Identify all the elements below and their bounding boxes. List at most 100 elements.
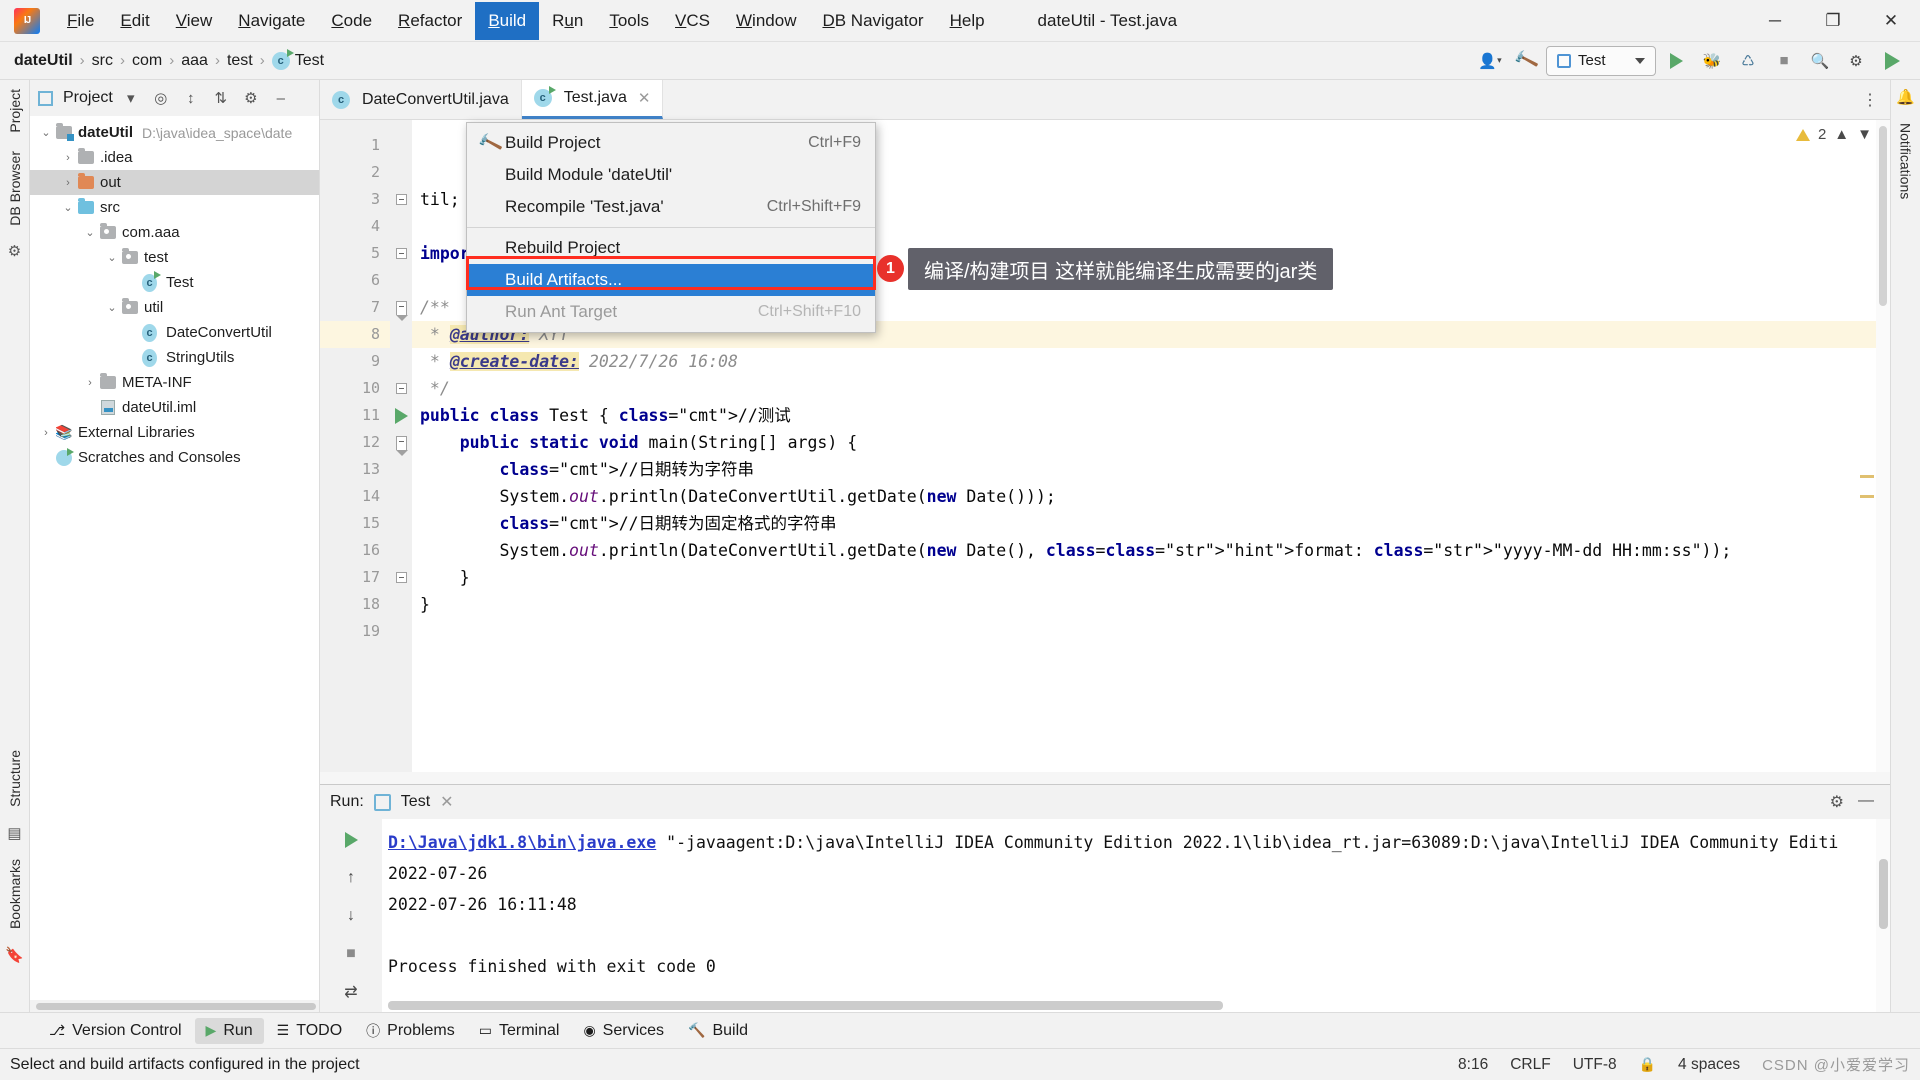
fold-marker[interactable] <box>390 159 412 186</box>
tree-expander[interactable]: ⌄ <box>60 201 76 214</box>
tree-item-src[interactable]: ⌄ src <box>30 195 319 220</box>
gear-icon[interactable]: ⚙ <box>1830 792 1844 812</box>
run-gutter-icon[interactable] <box>394 407 408 424</box>
tree-item-test[interactable]: ⌄ test <box>30 245 319 270</box>
updates-icon[interactable] <box>1876 46 1908 76</box>
menu-help[interactable]: Help <box>937 2 998 40</box>
structure-icon[interactable]: ▤ <box>7 816 21 850</box>
tree-item-scratches-and-consoles[interactable]: Scratches and Consoles <box>30 445 319 470</box>
fold-marker[interactable] <box>390 429 412 456</box>
caret-position[interactable]: 8:16 <box>1458 1056 1488 1074</box>
breadcrumb-item-dateutil[interactable]: dateUtil <box>14 52 73 70</box>
fold-collapse-icon[interactable] <box>395 194 407 205</box>
fold-marker[interactable] <box>390 537 412 564</box>
fold-marker[interactable] <box>390 321 412 348</box>
breadcrumb-item-com[interactable]: com <box>132 52 162 70</box>
editor-tabs-options-icon[interactable]: ⋮ <box>1850 80 1890 119</box>
console-link[interactable]: D:\Java\jdk1.8\bin\java.exe <box>388 833 656 852</box>
close-button[interactable]: ✕ <box>1862 0 1920 42</box>
code-line[interactable]: class="cmt">//日期转为字符串 <box>412 456 1890 483</box>
menu-refactor[interactable]: Refactor <box>385 2 475 40</box>
close-icon[interactable]: ✕ <box>638 89 651 107</box>
code-line[interactable]: System.out.println(DateConvertUtil.getDa… <box>412 483 1890 510</box>
collapse-all-icon[interactable]: ⇅ <box>209 86 233 110</box>
console-vscrollbar[interactable] <box>1876 819 1890 1012</box>
fold-marker[interactable] <box>390 213 412 240</box>
code-line[interactable] <box>412 618 1890 645</box>
editor-tab-test[interactable]: c Test.java ✕ <box>521 80 664 119</box>
tree-item-util[interactable]: ⌄ util <box>30 295 319 320</box>
menu-navigate[interactable]: Navigate <box>225 2 318 40</box>
tool-tab-problems[interactable]: ⓘ Problems <box>355 1017 466 1045</box>
tree-item-test[interactable]: c Test <box>30 270 319 295</box>
maximize-button[interactable]: ❐ <box>1804 0 1862 42</box>
minimize-button[interactable]: ─ <box>1746 0 1804 42</box>
file-encoding[interactable]: UTF-8 <box>1573 1056 1617 1074</box>
fold-region-icon[interactable] <box>395 435 408 456</box>
code-line[interactable]: public static void main(String[] args) { <box>412 429 1890 456</box>
tree-item-com-aaa[interactable]: ⌄ com.aaa <box>30 220 319 245</box>
tree-item-external-libraries[interactable]: › 📚 External Libraries <box>30 420 319 445</box>
minimize-icon[interactable]: — <box>1858 792 1874 812</box>
sidebar-item-project[interactable]: Project <box>1 80 29 142</box>
fold-marker[interactable] <box>390 402 412 429</box>
tool-tab-version-control[interactable]: ⎇ Version Control <box>38 1018 193 1044</box>
user-icon[interactable]: 👤 ▾ <box>1474 46 1506 76</box>
search-icon[interactable]: 🔍 <box>1804 46 1836 76</box>
menu-code[interactable]: Code <box>318 2 385 40</box>
stop-button[interactable]: ■ <box>1768 46 1800 76</box>
breadcrumb-item-test[interactable]: c Test <box>271 48 324 70</box>
code-line[interactable]: class="cmt">//日期转为固定格式的字符串 <box>412 510 1890 537</box>
sidebar-item-bookmarks[interactable]: Bookmarks <box>1 850 29 938</box>
tool-tab-run[interactable]: ▶ Run <box>194 1017 264 1044</box>
gear-icon[interactable]: ⚙ <box>239 86 263 110</box>
tree-expander[interactable]: › <box>60 152 76 164</box>
fold-marker[interactable] <box>390 348 412 375</box>
menu-window[interactable]: Window <box>723 2 809 40</box>
locate-icon[interactable]: ◎ <box>149 86 173 110</box>
menu-edit[interactable]: Edit <box>107 2 162 40</box>
build-menu-dropdown[interactable]: 🔨 Build Project Ctrl+F9 Build Module 'dateU… <box>466 122 876 333</box>
tree-expander[interactable]: ⌄ <box>104 301 120 314</box>
soft-wrap-icon[interactable]: ⇄ <box>336 979 366 1005</box>
menu-item-build-module-dateutil[interactable]: Build Module 'dateUtil' <box>467 159 875 191</box>
code-line[interactable]: public class Test { class="cmt">//测试 <box>412 402 1890 429</box>
close-icon[interactable]: ✕ <box>440 792 453 812</box>
fold-region-icon[interactable] <box>395 300 408 321</box>
code-folding-gutter[interactable] <box>390 120 412 784</box>
fold-marker[interactable] <box>390 294 412 321</box>
tree-item--idea[interactable]: › .idea <box>30 145 319 170</box>
console-hscrollbar[interactable] <box>388 1001 1223 1010</box>
tree-expander[interactable]: ⌄ <box>38 126 54 139</box>
tool-tab-terminal[interactable]: ▭ Terminal <box>468 1018 571 1044</box>
menu-run[interactable]: Run <box>539 2 596 40</box>
gear-icon[interactable]: ⚙ <box>1840 46 1872 76</box>
tree-expander[interactable]: › <box>82 377 98 389</box>
tree-item-meta-inf[interactable]: › META-INF <box>30 370 319 395</box>
fold-marker[interactable] <box>390 483 412 510</box>
indent-setting[interactable]: 4 spaces <box>1678 1056 1740 1074</box>
project-tree[interactable]: ⌄ dateUtil D:\java\idea_space\date › .idea › o… <box>30 116 319 1000</box>
hide-icon[interactable]: – <box>269 86 293 110</box>
prev-problem-icon[interactable]: ▲ <box>1834 126 1849 143</box>
menu-item-run-ant-target[interactable]: Run Ant Target Ctrl+Shift+F10 <box>467 296 875 328</box>
expand-all-icon[interactable]: ↕ <box>179 86 203 110</box>
fold-collapse-icon[interactable] <box>395 572 407 583</box>
chevron-down-icon[interactable]: ▾ <box>119 86 143 110</box>
sidebar-item-structure[interactable]: Structure <box>1 741 29 816</box>
down-icon[interactable]: ↓ <box>336 903 366 929</box>
bookmark-icon[interactable]: 🔖 <box>5 938 24 972</box>
tree-item-out[interactable]: › out <box>30 170 319 195</box>
fold-collapse-icon[interactable] <box>395 248 407 259</box>
fold-marker[interactable] <box>390 618 412 645</box>
code-line[interactable]: } <box>412 564 1890 591</box>
sidebar-item-db-browser[interactable]: DB Browser <box>1 142 29 235</box>
menu-vcs[interactable]: VCS <box>662 2 723 40</box>
run-with-coverage-button[interactable]: ♺ <box>1732 46 1764 76</box>
code-line[interactable]: } <box>412 591 1890 618</box>
code-line[interactable]: * @create-date: 2022/7/26 16:08 <box>412 348 1890 375</box>
run-configuration-selector[interactable]: Test <box>1546 45 1656 76</box>
run-tab-name[interactable]: Test <box>401 793 430 811</box>
tree-item-dateconvertutil[interactable]: c DateConvertUtil <box>30 320 319 345</box>
fold-marker[interactable] <box>390 591 412 618</box>
